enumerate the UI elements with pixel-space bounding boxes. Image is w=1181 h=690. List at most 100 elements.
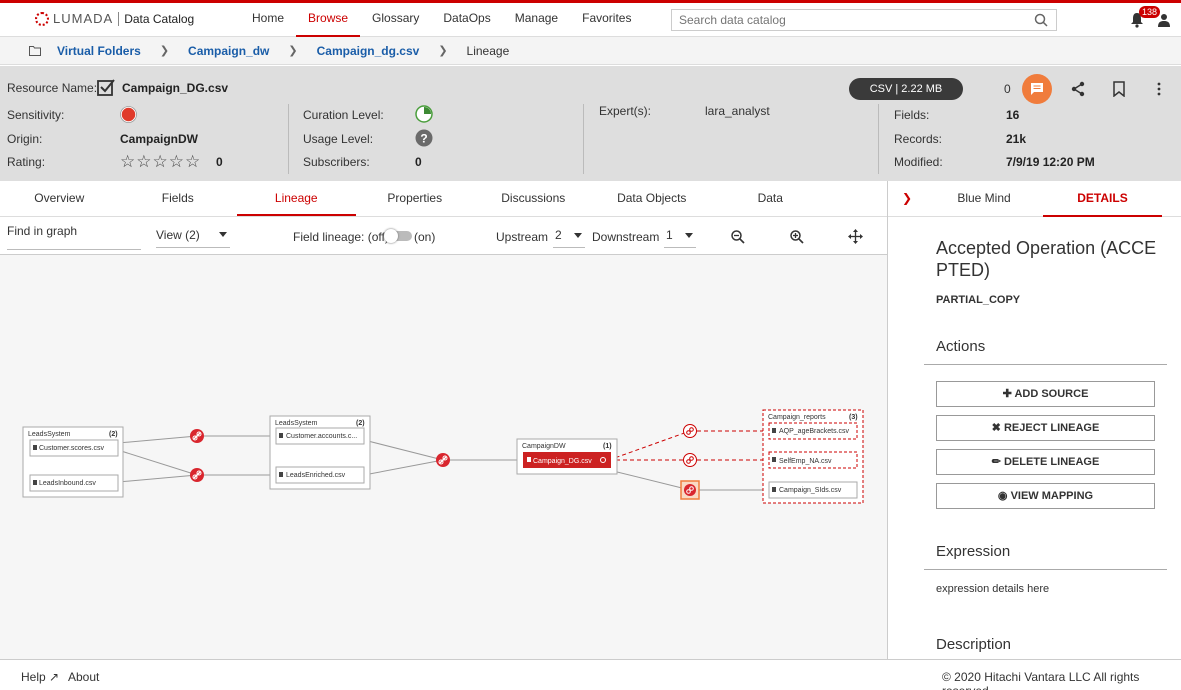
- tab-fields[interactable]: Fields: [119, 181, 238, 216]
- eye-icon: ◉: [997, 490, 1011, 502]
- share-icon[interactable]: [1070, 81, 1086, 97]
- node-item[interactable]: Campaign_SIds.csv: [779, 487, 842, 494]
- star-icon[interactable]: ☆: [120, 152, 136, 171]
- nav-glossary[interactable]: Glossary: [360, 3, 431, 37]
- breadcrumb: Virtual Folders ❯ Campaign_dw ❯ Campaign…: [0, 37, 1181, 65]
- view-mapping-label: VIEW MAPPING: [1010, 490, 1094, 502]
- subscribers-label: Subscribers:: [303, 155, 370, 169]
- usage-label: Usage Level:: [303, 132, 374, 146]
- modified-value: 7/9/19 12:20 PM: [1006, 155, 1095, 169]
- brand-logo[interactable]: LUMADA Data Catalog: [35, 11, 194, 26]
- file-icon: [33, 445, 37, 450]
- star-icon[interactable]: ☆: [185, 152, 201, 171]
- link-operation-icon-selected[interactable]: [680, 480, 700, 500]
- view-select[interactable]: View (2): [156, 228, 200, 242]
- tab-blue-mind[interactable]: Blue Mind: [926, 181, 1042, 215]
- node-item[interactable]: LeadsEnriched.csv: [286, 472, 346, 479]
- more-vertical-icon[interactable]: [1156, 82, 1162, 96]
- lineage-graph[interactable]: LeadsSystem (2) Customer.scores.csv Lead…: [0, 255, 887, 659]
- node-item[interactable]: LeadsInbound.csv: [39, 480, 96, 487]
- divider: [878, 104, 879, 174]
- svg-text:?: ?: [420, 132, 427, 146]
- lineage-node-campaign-reports[interactable]: Campaign_reports (3) AQP_ageBrackets.csv…: [762, 409, 864, 504]
- tab-details[interactable]: DETAILS: [1043, 181, 1162, 217]
- tab-properties[interactable]: Properties: [356, 181, 475, 216]
- file-icon: [772, 457, 776, 462]
- lineage-node-leads-system-2[interactable]: LeadsSystem (2) Customer.accounts.c... L…: [269, 415, 371, 490]
- node-item-selected[interactable]: Campaign_DG.csv: [533, 458, 592, 465]
- user-icon[interactable]: [1158, 13, 1170, 27]
- expression-text: expression details here: [936, 583, 1050, 595]
- downstream-select[interactable]: 1: [666, 228, 673, 242]
- star-icon[interactable]: ☆: [169, 152, 185, 171]
- rating-stars[interactable]: ☆☆☆☆☆: [120, 152, 201, 172]
- help-label: Help: [21, 670, 46, 684]
- star-icon[interactable]: ☆: [136, 152, 152, 171]
- lineage-edge[interactable]: [117, 449, 198, 476]
- lineage-node-campaign-dw[interactable]: CampaignDW (1) Campaign_DG.csv: [516, 438, 618, 475]
- chevron-right-icon[interactable]: ❯: [902, 191, 912, 205]
- footer: Help ↗ About © 2020 Hitachi Vantara LLC …: [0, 659, 1181, 690]
- breadcrumb-virtual-folders[interactable]: Virtual Folders: [57, 44, 141, 58]
- search-icon[interactable]: [1034, 13, 1048, 27]
- lineage-edge[interactable]: [608, 430, 691, 461]
- nav-browse[interactable]: Browse: [296, 3, 361, 37]
- lineage-edge[interactable]: [363, 439, 444, 461]
- file-info-badge: CSV | 2.22 MB: [849, 78, 963, 100]
- lineage-graph-svg[interactable]: LeadsSystem (2) Customer.scores.csv Lead…: [0, 255, 887, 659]
- search-input[interactable]: [672, 10, 1012, 30]
- link-operation-icon[interactable]: [190, 429, 204, 443]
- star-icon[interactable]: ☆: [153, 152, 169, 171]
- node-item[interactable]: AQP_ageBrackets.csv: [779, 428, 850, 435]
- reject-lineage-button[interactable]: ✖ REJECT LINEAGE: [936, 415, 1155, 441]
- file-icon: [279, 433, 283, 438]
- link-operation-icon[interactable]: [683, 424, 697, 438]
- node-item[interactable]: Customer.scores.csv: [39, 445, 104, 452]
- view-mapping-button[interactable]: ◉ VIEW MAPPING: [936, 483, 1155, 509]
- lineage-edge[interactable]: [117, 474, 198, 483]
- breadcrumb-campaign-dw[interactable]: Campaign_dw: [188, 44, 269, 58]
- field-lineage-toggle[interactable]: [384, 229, 412, 243]
- node-item[interactable]: SelfEmp_NA.csv: [779, 458, 832, 465]
- node-title: Campaign_reports: [768, 414, 826, 421]
- select-underline: [664, 247, 696, 248]
- node-item[interactable]: Customer.accounts.c...: [286, 433, 357, 440]
- node-count: (1): [603, 443, 612, 450]
- caret-down-icon: [219, 232, 227, 237]
- move-arrows-icon[interactable]: [848, 229, 863, 244]
- upstream-select[interactable]: 2: [555, 228, 562, 242]
- zoom-out-icon[interactable]: [731, 230, 745, 244]
- comment-button[interactable]: [1022, 74, 1052, 104]
- tab-discussions[interactable]: Discussions: [474, 181, 593, 216]
- breadcrumb-campaign-dg[interactable]: Campaign_dg.csv: [317, 44, 420, 58]
- main-nav: Home Browse Glossary DataOps Manage Favo…: [240, 3, 643, 37]
- nav-manage[interactable]: Manage: [503, 3, 570, 37]
- tab-lineage[interactable]: Lineage: [237, 181, 356, 216]
- link-operation-icon[interactable]: [683, 453, 697, 467]
- top-bar: LUMADA Data Catalog Home Browse Glossary…: [0, 0, 1181, 37]
- nav-favorites[interactable]: Favorites: [570, 3, 643, 37]
- lineage-edge[interactable]: [363, 459, 444, 476]
- find-in-graph-input[interactable]: Find in graph: [7, 224, 77, 238]
- tab-overview[interactable]: Overview: [0, 181, 119, 216]
- lineage-edge[interactable]: [608, 469, 691, 491]
- lineage-toolbar: Find in graph View (2) Field lineage: (o…: [0, 217, 887, 255]
- details-panel: ❯ Blue Mind DETAILS Accepted Operation (…: [887, 181, 1181, 659]
- nav-dataops[interactable]: DataOps: [431, 3, 502, 37]
- help-link[interactable]: Help ↗: [21, 670, 59, 684]
- brand-divider: [118, 11, 120, 26]
- tab-data-objects[interactable]: Data Objects: [593, 181, 712, 216]
- resource-tabs: Overview Fields Lineage Properties Discu…: [0, 181, 887, 217]
- about-link[interactable]: About: [68, 670, 99, 684]
- link-operation-icon[interactable]: [190, 468, 204, 482]
- zoom-in-icon[interactable]: [790, 230, 804, 244]
- bookmark-icon[interactable]: [1113, 81, 1125, 97]
- tab-data[interactable]: Data: [711, 181, 830, 216]
- lineage-edge[interactable]: [117, 435, 198, 444]
- add-source-button[interactable]: ✚ ADD SOURCE: [936, 381, 1155, 407]
- file-icon: [279, 472, 283, 477]
- delete-lineage-button[interactable]: ✏ DELETE LINEAGE: [936, 449, 1155, 475]
- lineage-node-leads-system-1[interactable]: LeadsSystem (2) Customer.scores.csv Lead…: [22, 426, 124, 498]
- nav-home[interactable]: Home: [240, 3, 296, 37]
- link-operation-icon[interactable]: [436, 453, 450, 467]
